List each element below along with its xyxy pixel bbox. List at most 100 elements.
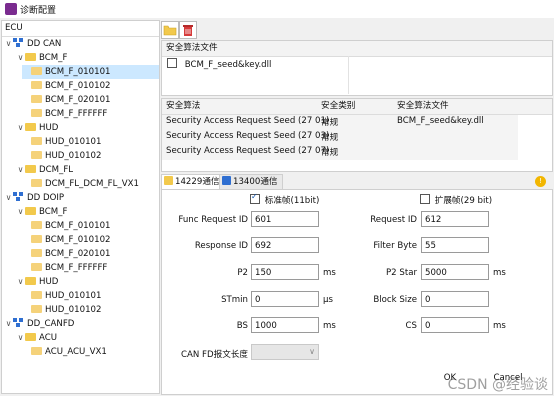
algo-file-checkbox[interactable] [167, 58, 177, 68]
tree-node-bcm-f-010102[interactable]: BCM_F_010102 [22, 79, 111, 93]
folder-icon [31, 109, 42, 117]
algo-files-pane: 安全算法文件 BCM_F_seed&key.dll [161, 40, 553, 96]
table-row[interactable]: Security Access Request Seed (27 07) 常规 [162, 145, 518, 160]
tab-network-icon [222, 176, 231, 185]
chevron-down-icon[interactable]: ∨ [4, 317, 13, 331]
tree-node-dd-doip[interactable]: ∨ DD DOIP [4, 191, 64, 205]
algo-table: 安全算法 安全类别 安全算法文件 Security Access Request… [161, 98, 553, 172]
func-request-id-label: Func Request ID [178, 215, 248, 225]
standard-frame-checkbox[interactable] [250, 192, 260, 204]
folder-icon [31, 221, 42, 229]
chevron-down-icon[interactable]: ∨ [16, 275, 25, 289]
p2-field[interactable]: 150 [251, 264, 319, 280]
response-id-label: Response ID [194, 241, 248, 251]
extended-frame-checkbox[interactable] [420, 194, 430, 204]
ecu-tree-panel: ECU ∨ DD CAN ∨ BCM_F BCM_F_010101 BCM_F_01… [1, 20, 160, 394]
folder-icon [31, 67, 42, 75]
bs-unit: ms [323, 321, 336, 331]
folder-icon [25, 123, 36, 131]
tab-folder-icon [164, 176, 173, 185]
folder-open-icon[interactable] [161, 21, 179, 39]
cs-unit: ms [493, 321, 506, 331]
p2-star-label: P2 Star [385, 268, 417, 278]
folder-icon [25, 53, 36, 61]
tree-node-hud-010102[interactable]: HUD_010102 [22, 149, 101, 163]
folder-icon [25, 207, 36, 215]
warning-icon[interactable]: ! [535, 176, 546, 187]
cs-field[interactable]: 0 [421, 317, 489, 333]
canfd-length-label: CAN FD报文长度 [181, 350, 248, 360]
stmin-label: STmin [221, 295, 248, 305]
table-row[interactable]: Security Access Request Seed (27 03) 常规 [162, 130, 518, 145]
tree-node-bcm-f-020101[interactable]: BCM_F_020101 [22, 93, 111, 107]
comm-settings-form: 标准帧(11bit) 扩展帧(29 bit) Func Request ID 6… [161, 189, 553, 395]
block-size-label: Block Size [373, 295, 417, 305]
folder-icon [31, 81, 42, 89]
chevron-down-icon: ∨ [309, 347, 315, 356]
extended-frame-option[interactable]: 扩展帧(29 bit) [420, 194, 492, 206]
chevron-down-icon[interactable]: ∨ [16, 51, 25, 65]
tree-node-acu-vx1[interactable]: ACU_ACU_VX1 [22, 345, 107, 359]
col-category[interactable]: 安全类别 [321, 99, 355, 114]
table-row[interactable]: Security Access Request Seed (27 01) 常规 … [162, 115, 518, 130]
tree-node-hud-doip[interactable]: ∨ HUD [16, 275, 58, 289]
algo-file-item[interactable]: BCM_F_seed&key.dll [167, 58, 271, 70]
tree-node-doip-bcm-f-010102[interactable]: BCM_F_010102 [22, 233, 111, 247]
watermark: CSDN @经验谈 [447, 377, 548, 393]
response-id-field[interactable]: 692 [251, 237, 319, 253]
folder-icon [31, 151, 42, 159]
tree-node-doip-bcm-f-ffffff[interactable]: BCM_F_FFFFFF [22, 261, 107, 275]
tree-node-doip-hud-010101[interactable]: HUD_010101 [22, 289, 101, 303]
folder-icon [31, 95, 42, 103]
folder-icon [31, 263, 42, 271]
tree-node-doip-bcm-f-020101[interactable]: BCM_F_020101 [22, 247, 111, 261]
tree-node-dcm-fl[interactable]: ∨ DCM_FL [16, 163, 73, 177]
block-size-field[interactable]: 0 [421, 291, 489, 307]
tree-node-bcm-f[interactable]: ∨ BCM_F [16, 51, 67, 65]
app-icon [5, 3, 17, 15]
p2-unit: ms [323, 268, 336, 278]
folder-icon [31, 179, 42, 187]
title-bar: 诊断配置 [0, 0, 554, 18]
request-id-field[interactable]: 612 [421, 211, 489, 227]
chevron-down-icon[interactable]: ∨ [16, 331, 25, 345]
standard-frame-option[interactable]: 标准帧(11bit) [250, 192, 319, 206]
window-title: 诊断配置 [20, 6, 57, 16]
delete-icon[interactable] [179, 21, 197, 39]
chevron-down-icon[interactable]: ∨ [16, 205, 25, 219]
tree-node-acu[interactable]: ∨ ACU [16, 331, 57, 345]
col-file[interactable]: 安全算法文件 [397, 99, 449, 114]
p2-star-unit: ms [493, 268, 506, 278]
col-algo[interactable]: 安全算法 [166, 99, 200, 114]
p2-star-field[interactable]: 5000 [421, 264, 489, 280]
func-request-id-field[interactable]: 601 [251, 211, 319, 227]
tree-node-doip-hud-010102[interactable]: HUD_010102 [22, 303, 101, 317]
p2-label: P2 [237, 268, 248, 278]
network-icon [13, 38, 24, 47]
request-id-label: Request ID [370, 215, 417, 225]
tree-node-hud-010101[interactable]: HUD_010101 [22, 135, 101, 149]
folder-icon [25, 165, 36, 173]
tree-node-dd-can[interactable]: ∨ DD CAN [4, 37, 61, 51]
tree-node-bcm-f-010101[interactable]: BCM_F_010101 [22, 65, 159, 79]
chevron-down-icon[interactable]: ∨ [4, 191, 13, 205]
folder-icon [25, 277, 36, 285]
algo-table-header: 安全算法 安全类别 安全算法文件 [162, 99, 552, 115]
network-icon [13, 192, 24, 201]
folder-icon [31, 235, 42, 243]
tree-node-dcm-fl-vx1[interactable]: DCM_FL_DCM_FL_VX1 [22, 177, 139, 191]
bs-label: BS [236, 321, 248, 331]
tree-node-dd-canfd[interactable]: ∨ DD_CANFD [4, 317, 74, 331]
tree-node-bcm-f-doip[interactable]: ∨ BCM_F [16, 205, 67, 219]
algo-files-header: 安全算法文件 [162, 41, 552, 57]
tree-node-bcm-f-ffffff[interactable]: BCM_F_FFFFFF [22, 107, 107, 121]
chevron-down-icon[interactable]: ∨ [4, 37, 13, 51]
chevron-down-icon[interactable]: ∨ [16, 121, 25, 135]
chevron-down-icon[interactable]: ∨ [16, 163, 25, 177]
tree-node-doip-bcm-f-010101[interactable]: BCM_F_010101 [22, 219, 111, 233]
bs-field[interactable]: 1000 [251, 317, 319, 333]
canfd-length-select[interactable]: ∨ [251, 344, 319, 360]
stmin-field[interactable]: 0 [251, 291, 319, 307]
filter-byte-field[interactable]: 55 [421, 237, 489, 253]
tree-node-hud[interactable]: ∨ HUD [16, 121, 58, 135]
